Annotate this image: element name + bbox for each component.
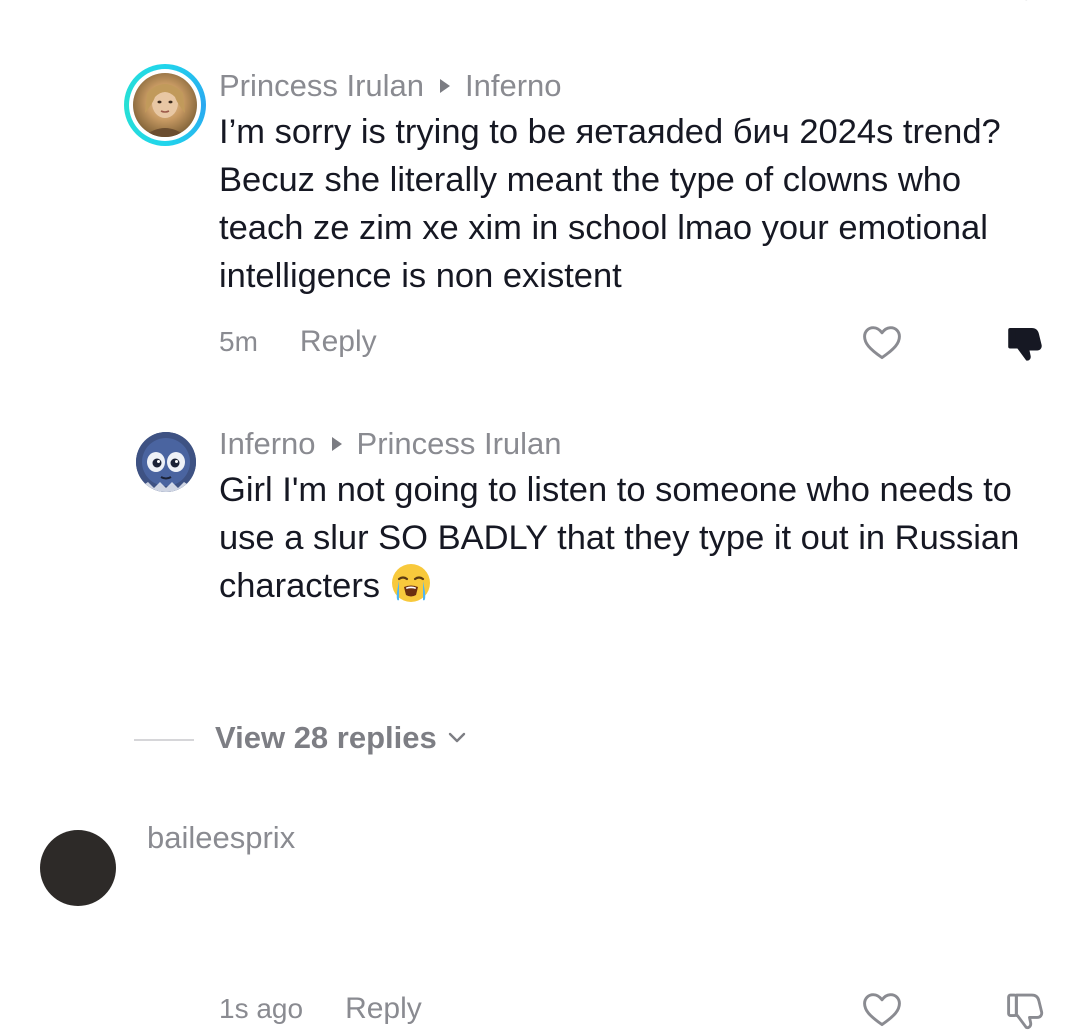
dislike-filled-icon[interactable]	[1004, 320, 1050, 366]
loudly-crying-emoji-icon	[390, 562, 432, 604]
reply-to-user[interactable]: Princess Irulan	[357, 426, 562, 462]
comment-meta: 1s ago Reply	[219, 987, 422, 1031]
avatar[interactable]	[136, 432, 196, 492]
comment-author[interactable]: Inferno	[219, 426, 316, 462]
chevron-down-icon[interactable]	[445, 726, 469, 750]
reply-arrow-icon	[331, 437, 342, 451]
username-row: Inferno Princess Irulan	[219, 424, 562, 464]
comment-author[interactable]: Princess Irulan	[219, 68, 424, 104]
reply-to-user[interactable]: Inferno	[465, 68, 562, 104]
dislike-icon[interactable]	[1004, 987, 1050, 1033]
comment-time: 5m	[219, 326, 258, 357]
comment-author[interactable]: baileesprix	[147, 820, 295, 856]
avatar-photo	[133, 73, 197, 137]
previous-comment-actions	[0, 0, 1080, 6]
comment-text: Girl I'm not going to listen to someone …	[219, 466, 1049, 610]
divider	[134, 739, 194, 741]
view-replies-label-row[interactable]: View 28 replies	[215, 720, 469, 756]
heart-icon[interactable]	[860, 320, 904, 364]
view-replies[interactable]: View 28 replies	[0, 716, 1080, 766]
reply-arrow-icon	[440, 79, 451, 93]
heart-icon[interactable]	[860, 987, 904, 1031]
reply-button[interactable]: Reply	[300, 325, 377, 359]
comment-item: baileesprix	[0, 812, 1080, 906]
comment-meta: 5m Reply	[219, 320, 377, 364]
avatar[interactable]	[124, 64, 206, 146]
comment-text-body: Girl I'm not going to listen to someone …	[219, 471, 1020, 605]
avatar[interactable]	[40, 830, 116, 906]
dislike-icon[interactable]	[1004, 0, 1048, 4]
view-replies-label[interactable]: View 28 replies	[215, 720, 437, 756]
comment-text: I’m sorry is trying to be яетаяded бич 2…	[219, 113, 1001, 295]
avatar-photo-icon	[143, 84, 187, 137]
reply-button[interactable]: Reply	[345, 992, 422, 1026]
comment-time: 1s ago	[219, 993, 304, 1024]
username-row: Princess Irulan Inferno	[219, 66, 562, 106]
avatar-cartoon	[136, 432, 196, 492]
